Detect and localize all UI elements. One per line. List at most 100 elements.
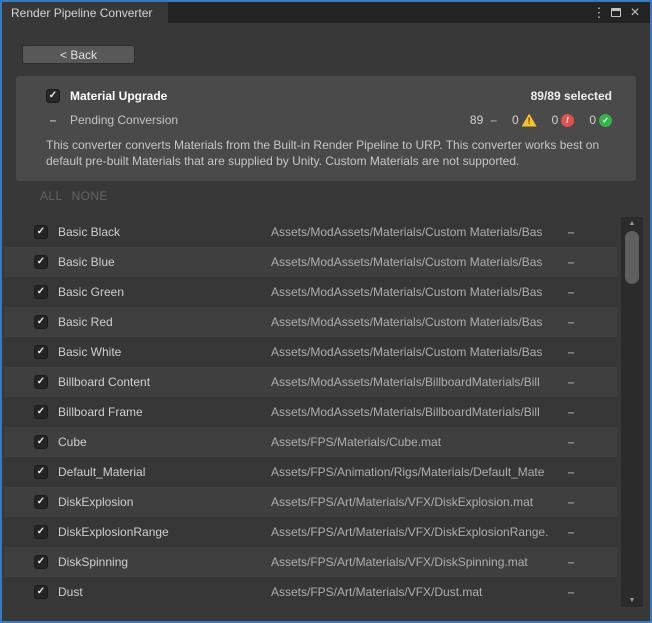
row-checkbox[interactable] [34,525,48,539]
row-checkbox[interactable] [34,405,48,419]
table-row[interactable]: Basic Red Assets/ModAssets/Materials/Cus… [4,307,617,337]
material-name: Basic Green [58,285,271,299]
row-status-dash-icon: – [561,345,581,359]
row-checkbox[interactable] [34,585,48,599]
pending-conversion-row: – Pending Conversion 89 – 0 0 0 [46,113,612,127]
row-checkbox[interactable] [34,495,48,509]
select-none-link[interactable]: NONE [72,189,108,203]
scrollbar-track[interactable] [621,230,643,594]
table-row[interactable]: Basic White Assets/ModAssets/Materials/C… [4,337,617,367]
pending-count: 89 [470,113,483,127]
material-path: Assets/ModAssets/Materials/Custom Materi… [271,285,557,299]
maximize-icon[interactable] [611,2,621,23]
error-icon [561,114,574,127]
material-path: Assets/ModAssets/Materials/Custom Materi… [271,255,557,269]
row-checkbox[interactable] [34,345,48,359]
material-name: Basic Red [58,315,271,329]
row-checkbox[interactable] [34,555,48,569]
converter-description: This converter converts Materials from t… [46,137,612,169]
close-icon[interactable]: × [628,2,642,23]
material-path: Assets/ModAssets/Materials/Custom Materi… [271,315,557,329]
row-status-dash-icon: – [561,375,581,389]
kebab-menu-icon[interactable]: ⋮ [594,2,604,23]
material-path: Assets/FPS/Materials/Cube.mat [271,435,557,449]
material-path: Assets/FPS/Animation/Rigs/Materials/Defa… [271,465,557,479]
error-count: 0 [552,113,559,127]
material-path: Assets/FPS/Art/Materials/VFX/DiskExplosi… [271,525,557,539]
table-row[interactable]: Basic Blue Assets/ModAssets/Materials/Cu… [4,247,617,277]
material-path: Assets/FPS/Art/Materials/VFX/Dust.mat [271,585,557,599]
material-path: Assets/ModAssets/Materials/Custom Materi… [271,225,557,239]
converter-panel: Material Upgrade 89/89 selected – Pendin… [16,76,636,181]
render-pipeline-converter-window: Render Pipeline Converter ⋮ × < Back Mat… [0,0,652,623]
converter-header-row: Material Upgrade 89/89 selected [46,89,612,103]
row-checkbox[interactable] [34,315,48,329]
material-name: DiskExplosionRange [58,525,271,539]
material-name: Billboard Frame [58,405,271,419]
vertical-scrollbar[interactable]: ▲ ▼ [621,217,643,607]
row-status-dash-icon: – [561,585,581,599]
toolbar: < Back [2,23,650,70]
back-button[interactable]: < Back [22,45,135,64]
material-name: DiskExplosion [58,495,271,509]
material-name: Dust [58,585,271,599]
material-name: DiskSpinning [58,555,271,569]
warning-icon [522,114,537,127]
material-name: Billboard Content [58,375,271,389]
material-name: Basic Blue [58,255,271,269]
scroll-down-icon[interactable]: ▼ [621,594,643,607]
pending-count-dash-icon: – [490,113,497,127]
window-tab[interactable]: Render Pipeline Converter [2,2,168,23]
material-path: Assets/ModAssets/Materials/Custom Materi… [271,345,557,359]
pending-conversion-label: Pending Conversion [70,113,178,127]
row-status-dash-icon: – [561,315,581,329]
table-row[interactable]: Cube Assets/FPS/Materials/Cube.mat – [4,427,617,457]
material-name: Basic Black [58,225,271,239]
table-row[interactable]: DiskExplosion Assets/FPS/Art/Materials/V… [4,487,617,517]
row-checkbox[interactable] [34,225,48,239]
row-status-dash-icon: – [561,555,581,569]
row-checkbox[interactable] [34,285,48,299]
error-count-group: 0 [552,113,575,127]
table-row[interactable]: DiskExplosionRange Assets/FPS/Art/Materi… [4,517,617,547]
row-status-dash-icon: – [561,465,581,479]
material-rows: Basic Black Assets/ModAssets/Materials/C… [4,217,617,607]
row-checkbox[interactable] [34,375,48,389]
scrollbar-thumb[interactable] [625,231,639,284]
titlebar-spacer [168,2,594,23]
titlebar-icons: ⋮ × [594,2,650,23]
material-path: Assets/ModAssets/Materials/BillboardMate… [271,405,557,419]
status-counts: 89 – 0 0 0 [470,113,612,127]
row-checkbox[interactable] [34,435,48,449]
pending-dash-icon: – [46,113,60,127]
material-list: Basic Black Assets/ModAssets/Materials/C… [4,217,648,619]
material-path: Assets/ModAssets/Materials/BillboardMate… [271,375,557,389]
window-title: Render Pipeline Converter [11,6,152,20]
table-row[interactable]: Basic Black Assets/ModAssets/Materials/C… [4,217,617,247]
selected-count: 89/89 selected [531,89,612,103]
row-checkbox[interactable] [34,255,48,269]
row-status-dash-icon: – [561,285,581,299]
table-row[interactable]: Default_Material Assets/FPS/Animation/Ri… [4,457,617,487]
table-row[interactable]: Billboard Content Assets/ModAssets/Mater… [4,367,617,397]
row-status-dash-icon: – [561,405,581,419]
material-path: Assets/FPS/Art/Materials/VFX/DiskExplosi… [271,495,557,509]
table-row[interactable]: DiskSpinning Assets/FPS/Art/Materials/VF… [4,547,617,577]
warning-count: 0 [512,113,519,127]
select-all-link[interactable]: ALL [40,189,63,203]
warning-count-group: 0 [512,113,537,127]
material-name: Cube [58,435,271,449]
titlebar: Render Pipeline Converter ⋮ × [2,2,650,23]
material-name: Basic White [58,345,271,359]
row-status-dash-icon: – [561,435,581,449]
material-name: Default_Material [58,465,271,479]
success-count-group: 0 [589,113,612,127]
converter-title: Material Upgrade [70,89,167,103]
scroll-up-icon[interactable]: ▲ [621,217,643,230]
table-row[interactable]: Dust Assets/FPS/Art/Materials/VFX/Dust.m… [4,577,617,607]
table-row[interactable]: Basic Green Assets/ModAssets/Materials/C… [4,277,617,307]
material-upgrade-checkbox[interactable] [46,89,60,103]
row-checkbox[interactable] [34,465,48,479]
maximize-box-glyph [611,8,621,17]
table-row[interactable]: Billboard Frame Assets/ModAssets/Materia… [4,397,617,427]
